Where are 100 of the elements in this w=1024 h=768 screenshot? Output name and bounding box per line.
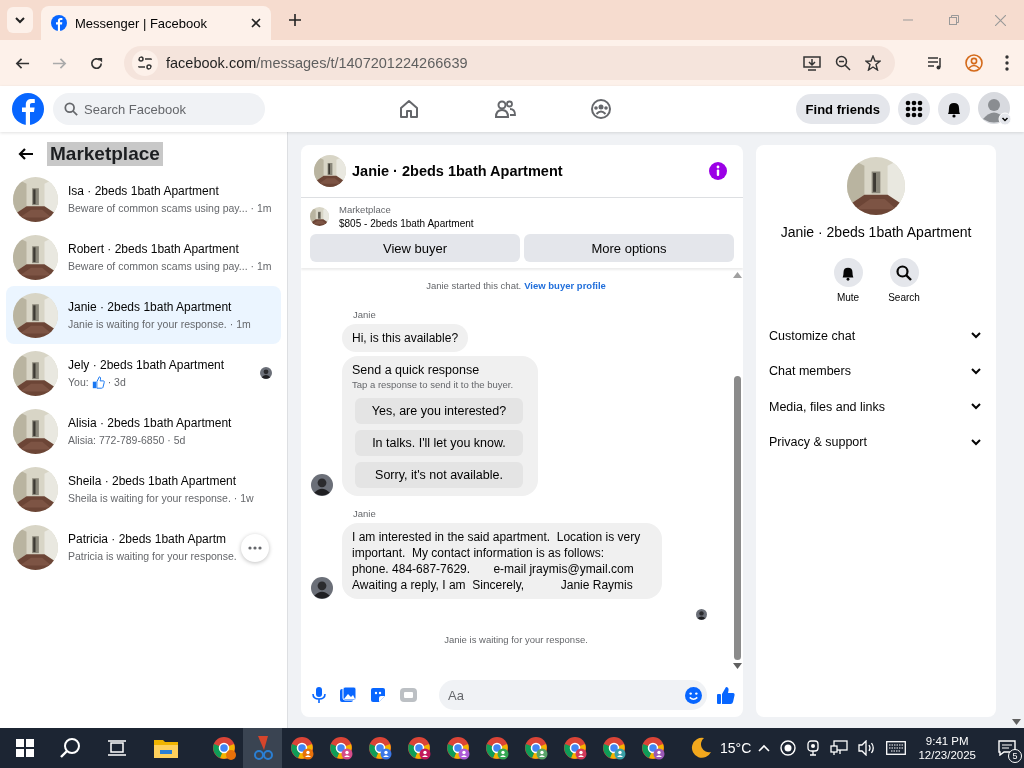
details-section[interactable]: Media, files and links (769, 389, 983, 425)
conversation-name: Janie · 2beds 1bath Apartment (68, 300, 233, 314)
home-icon[interactable] (398, 98, 420, 120)
profile-icon[interactable] (965, 54, 983, 72)
mute-button[interactable] (833, 258, 863, 287)
message-bubble: Hi, is this available? (342, 324, 469, 352)
conversation-item[interactable]: Janie · 2beds 1bath Apartment Janie is waiting for your response. · 1m (6, 286, 281, 344)
friends-icon[interactable] (494, 98, 516, 120)
conversation-time: · 1m (250, 260, 272, 272)
site-settings-icon[interactable] (132, 50, 158, 76)
keyboard-icon[interactable] (886, 741, 907, 755)
quick-response-button[interactable]: In talks. I'll let you know. (355, 430, 523, 456)
browser-profile-icon[interactable] (406, 736, 431, 760)
zoom-out-icon[interactable] (835, 55, 851, 71)
conversation-name: Patricia · 2beds 1bath Apartm (68, 532, 228, 546)
search-button[interactable] (889, 258, 919, 287)
sticker-icon[interactable] (370, 687, 386, 703)
microphone-icon[interactable] (312, 687, 326, 703)
folder-icon[interactable] (154, 738, 178, 758)
menu-button[interactable] (898, 93, 930, 125)
notification-count: 5 (1008, 749, 1022, 763)
scrollbar-thumb[interactable] (733, 376, 741, 660)
quick-response-button[interactable]: Yes, are you interested? (355, 398, 523, 424)
new-tab-icon[interactable] (289, 14, 301, 26)
chevron-down-icon (971, 332, 981, 340)
search-icon[interactable] (60, 737, 82, 759)
conversation-name: Alisia · 2beds 1bath Apartment (68, 416, 233, 430)
install-icon[interactable] (803, 55, 821, 71)
menu-icon[interactable] (1005, 55, 1009, 71)
groups-icon[interactable] (590, 98, 612, 120)
moon-icon[interactable] (690, 737, 712, 759)
browser-profile-icon[interactable] (289, 736, 314, 760)
quick-response-hint: Tap a response to send it to the buyer. (352, 379, 515, 390)
browser-profile-icon[interactable] (445, 736, 470, 760)
listing-action-button[interactable]: View buyer (310, 234, 520, 262)
conversation-time: · 1w (233, 492, 254, 504)
message-field[interactable]: Aa (439, 680, 707, 710)
search-field[interactable]: Search Facebook (53, 93, 265, 125)
conversation-item[interactable]: Sheila · 2beds 1bath Apartment Sheila is waiting for your response. · 1w (6, 460, 281, 518)
browser-profile-icon[interactable] (562, 736, 587, 760)
chevron-up-icon[interactable] (758, 744, 771, 752)
conversation-item[interactable]: Isa · 2beds 1bath Apartment Beware of common scams using pay... · 1m (6, 170, 281, 228)
listing-action-button[interactable]: More options (524, 234, 734, 262)
conversation-item[interactable]: Robert · 2beds 1bath Apartment Beware of common scams using pay... · 1m (6, 228, 281, 286)
browser-profile-icon[interactable] (601, 736, 626, 760)
details-section[interactable]: Customize chat (769, 318, 983, 354)
details-section[interactable]: Chat members (769, 353, 983, 389)
clock-date[interactable]: 12/23/2025 (918, 749, 976, 761)
sender-name: Janie (353, 508, 377, 519)
conversation-time: · 5d (167, 434, 186, 446)
scroll-down-arrow-icon[interactable] (732, 663, 742, 669)
seen-avatar-icon (260, 367, 272, 379)
bell-icon (945, 100, 963, 118)
read-receipt-icon (696, 609, 707, 620)
info-icon[interactable] (709, 162, 727, 180)
browser-profile-icon[interactable] (523, 736, 548, 760)
address-field[interactable]: facebook.com/messages/t/1407201224266639 (124, 46, 895, 80)
image-icon[interactable] (340, 687, 356, 703)
star-icon[interactable] (865, 55, 881, 71)
close-icon[interactable] (251, 18, 261, 28)
quick-response-button[interactable]: Sorry, it's not available. (355, 462, 523, 488)
thumbs-up-icon[interactable] (717, 686, 735, 704)
camera-icon[interactable] (806, 740, 821, 756)
conversation-item[interactable]: Alisia · 2beds 1bath Apartment Alisia: 772-789-6850 · 5d (6, 402, 281, 460)
account-icon[interactable] (978, 92, 1012, 126)
notifications-button[interactable] (938, 93, 970, 125)
back-arrow-icon[interactable] (18, 146, 34, 162)
conversation-time: · 3d (107, 376, 126, 388)
clock-time[interactable]: 9:41 PM (925, 735, 969, 747)
conversation-name: Robert · 2beds 1bath Apartment (68, 242, 240, 256)
record-icon[interactable] (780, 740, 797, 756)
media-control-icon[interactable] (927, 55, 943, 71)
more-icon (248, 546, 262, 550)
facebook-logo-icon[interactable] (12, 93, 44, 125)
conversation-preview: Alisia: 772-789-6850 (68, 434, 165, 446)
action-label: Search (888, 292, 920, 303)
browser-tab[interactable]: Messenger | Facebook (41, 6, 271, 40)
browser-profile-icon[interactable] (640, 736, 665, 760)
conversation-item[interactable]: Patricia · 2beds 1bath Apartm Patricia is waiting for your response. (6, 518, 281, 576)
temperature[interactable]: 15°C (720, 740, 752, 756)
scroll-down-arrow-icon[interactable] (1011, 719, 1021, 725)
find-friends-button[interactable]: Find friends (795, 94, 890, 124)
volume-icon[interactable] (858, 740, 877, 756)
reload-icon[interactable] (89, 55, 104, 71)
tab-list-button[interactable] (7, 7, 33, 33)
listing-title: $805 - 2beds 1bath Apartment (339, 218, 474, 229)
conversation-item[interactable]: Jely · 2beds 1bath Apartment You: · 3d (6, 344, 281, 402)
view-buyer-profile-link[interactable]: View buyer profile (524, 280, 606, 291)
browser-profile-icon[interactable] (367, 736, 392, 760)
conversation-name: Sheila · 2beds 1bath Apartment (68, 474, 238, 488)
browser-icon[interactable] (211, 736, 236, 760)
details-section[interactable]: Privacy & support (769, 424, 983, 460)
browser-profile-icon[interactable] (328, 736, 353, 760)
emoji-icon[interactable] (685, 686, 702, 704)
scroll-up-arrow-icon[interactable] (732, 272, 742, 278)
chevron-down-icon (971, 403, 981, 411)
browser-profile-icon[interactable] (484, 736, 509, 760)
windows-start-icon[interactable] (16, 739, 34, 757)
task-view-icon[interactable] (108, 740, 126, 756)
network-icon[interactable] (830, 740, 849, 756)
